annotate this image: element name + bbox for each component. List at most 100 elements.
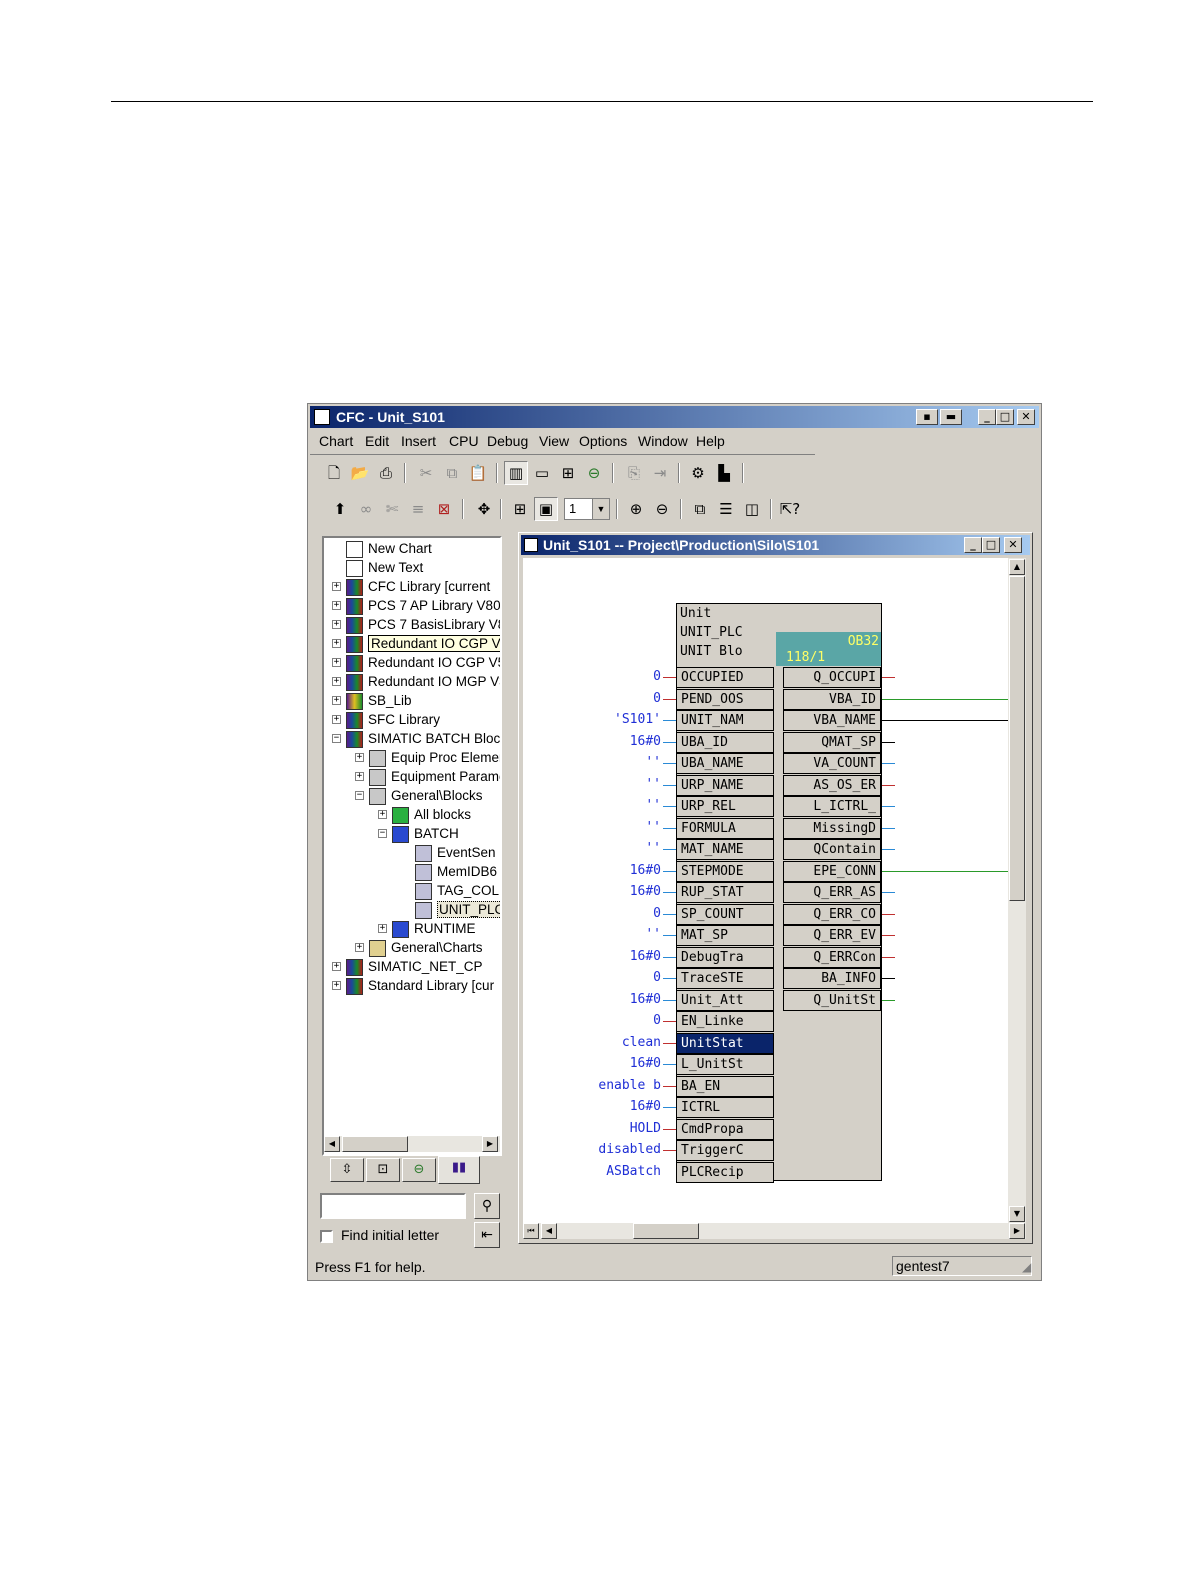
input-value[interactable]: 0 [521,691,661,706]
input-value[interactable]: 0 [521,906,661,921]
input-value[interactable]: 0 [521,669,661,684]
vscroll-thumb[interactable] [1009,576,1025,901]
sfc-icon[interactable]: ⊖ [582,461,606,485]
input-value[interactable]: 16#0 [521,734,661,749]
input-pin[interactable]: MAT_NAME [676,839,774,860]
scroll-left-icon[interactable]: ◀ [541,1223,557,1239]
input-pin[interactable]: ICTRL [676,1097,774,1118]
copy-icon[interactable]: ⧉ [440,461,464,485]
layout-icon[interactable]: ✥ [472,497,496,521]
input-pin[interactable]: UBA_NAME [676,753,774,774]
expand-icon[interactable]: + [355,772,364,781]
menu-insert[interactable]: Insert [401,433,436,449]
catalog-icon[interactable]: ▥ [504,461,528,485]
input-pin[interactable]: UnitStat [676,1032,774,1054]
scroll-down-icon[interactable]: ▼ [1009,1206,1025,1222]
expand-icon[interactable]: + [332,981,341,990]
input-pin[interactable]: DebugTra [676,946,774,968]
expand-icon[interactable]: + [332,639,341,648]
expand-icon[interactable]: + [332,582,341,591]
expand-icon[interactable]: + [332,677,341,686]
input-value[interactable]: '' [521,755,661,770]
new-icon[interactable]: 🗋 [322,461,346,485]
input-value[interactable]: '' [521,841,661,856]
overview-view-icon[interactable]: ▣ [534,497,558,521]
pin-icon[interactable]: ▬ [940,409,962,425]
chart-minimize-button[interactable]: _ [964,537,982,553]
input-value[interactable]: 16#0 [521,863,661,878]
input-pin[interactable]: TraceSTE [676,968,774,989]
input-value[interactable]: 0 [521,970,661,985]
chart-maximize-button[interactable]: □ [982,537,1000,553]
input-pin[interactable]: FORMULA [676,817,774,839]
output-pin[interactable]: Q_ERR_AS [783,882,881,903]
resize-grip-icon[interactable]: ◢ [1022,1260,1031,1274]
output-pin[interactable]: Q_OCCUPI [783,667,881,688]
chart-title-bar[interactable]: Unit_S101 -- Project\Production\Silo\S10… [521,535,1030,555]
expand-icon[interactable]: + [355,753,364,762]
menu-options[interactable]: Options [579,433,627,449]
context-help-icon[interactable]: ⇱? [778,497,802,521]
tab-charts[interactable]: ⊡ [366,1158,400,1182]
chart-close-button[interactable]: ✕ [1004,537,1022,553]
input-pin[interactable]: MAT_SP [676,925,774,946]
find-initial-letter-checkbox[interactable] [320,1230,333,1243]
output-pin[interactable]: Q_UnitSt [783,989,881,1011]
input-value[interactable]: clean [521,1035,661,1050]
input-value[interactable]: 16#0 [521,1056,661,1071]
output-pin[interactable]: VA_COUNT [783,753,881,774]
connect-icon[interactable]: ≡ [406,497,430,521]
input-value[interactable]: 16#0 [521,949,661,964]
menu-cpu[interactable]: CPU [449,433,479,449]
chart-hscroll[interactable]: ⏮ ◀ ▶ [523,1223,1026,1239]
expand-icon[interactable]: + [378,810,387,819]
input-pin[interactable]: CmdPropa [676,1118,774,1140]
insert-block-icon[interactable]: ⇤ [474,1222,500,1248]
expand-icon[interactable]: + [355,943,364,952]
expand-icon[interactable]: + [332,696,341,705]
scroll-right-icon[interactable]: ▶ [482,1136,498,1152]
input-value[interactable]: '' [521,777,661,792]
monitor-icon[interactable]: ▙ [712,461,736,485]
output-pin[interactable]: Q_ERR_CO [783,903,881,925]
zoom-out-icon[interactable]: ⊖ [650,497,674,521]
expand-icon[interactable]: + [332,601,341,610]
scroll-right-icon[interactable]: ▶ [1009,1223,1025,1239]
close-button[interactable]: ✕ [1017,409,1035,425]
input-pin[interactable]: RUP_STAT [676,882,774,903]
input-value[interactable]: 0 [521,1013,661,1028]
expand-icon[interactable]: + [332,658,341,667]
sheet-view-icon[interactable]: ⊞ [508,497,532,521]
scroll-first-icon[interactable]: ⏮ [523,1223,539,1239]
test-mode-icon[interactable]: ⚙ [686,461,710,485]
scroll-left-icon[interactable]: ◀ [324,1136,340,1152]
input-value[interactable]: 16#0 [521,1099,661,1114]
expand-icon[interactable]: + [332,962,341,971]
chevron-down-icon[interactable]: ▼ [592,499,609,519]
download-icon[interactable]: ⇥ [648,461,672,485]
minimize-button[interactable]: _ [978,409,996,425]
run-sequence-icon[interactable]: ⧉ [688,497,712,521]
output-pin[interactable]: QContain [783,839,881,860]
output-pin[interactable]: AS_OS_ER [783,774,881,796]
tab-block-catalog[interactable]: ⇳ [330,1158,364,1182]
input-pin[interactable]: L_UnitSt [676,1054,774,1075]
output-pin[interactable]: Q_ERRCon [783,946,881,968]
input-value[interactable]: HOLD [521,1121,661,1136]
input-value[interactable]: 'S101' [521,712,661,727]
print-icon[interactable]: ⎙ [374,461,398,485]
output-pin[interactable]: QMAT_SP [783,731,881,753]
input-value[interactable]: ASBatch [521,1164,661,1179]
input-pin[interactable]: STEPMODE [676,860,774,882]
menu-debug[interactable]: Debug [487,433,528,449]
input-pin[interactable]: PLCRecip [676,1161,774,1183]
toggle-icon[interactable]: ▪ [916,409,938,425]
input-value[interactable]: enable b [521,1078,661,1093]
sheet-select[interactable]: 1 ▼ [564,498,610,520]
cut-icon[interactable]: ✂ [414,461,438,485]
input-pin[interactable]: Unit_Att [676,989,774,1011]
chart-canvas[interactable]: Unit UNIT_PLC UNIT Blo OB32 118/1 OCCUPI… [523,558,1008,1223]
find-input[interactable] [320,1193,466,1219]
input-pin[interactable]: EN_Linke [676,1011,774,1032]
zoom-in-icon[interactable]: ⊕ [624,497,648,521]
